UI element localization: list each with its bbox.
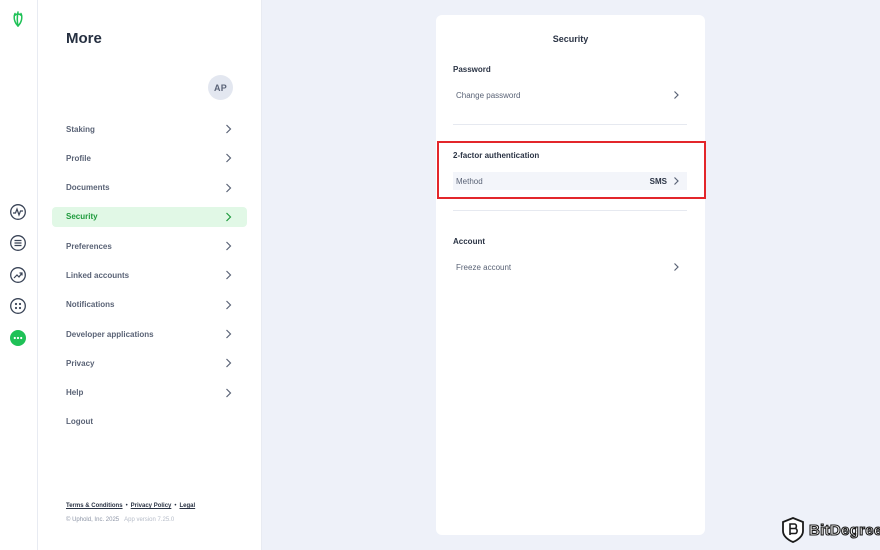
terms-link[interactable]: Terms & Conditions	[66, 503, 123, 509]
copyright: © Uphold, Inc. 2025 App version 7.25.0	[66, 517, 174, 523]
divider	[453, 210, 687, 211]
uphold-logo-icon[interactable]	[9, 10, 27, 28]
menu-item-staking[interactable]: Staking	[52, 119, 247, 139]
chevron-right-icon	[226, 300, 232, 310]
chevron-right-icon	[226, 388, 232, 398]
transactions-icon[interactable]	[9, 234, 27, 252]
freeze-account-label: Freeze account	[456, 262, 512, 272]
menu-item-help[interactable]: Help	[52, 383, 247, 403]
menu-item-linked-accounts[interactable]: Linked accounts	[52, 265, 247, 285]
apps-icon[interactable]	[9, 297, 27, 315]
menu-item-label: Privacy	[66, 358, 95, 368]
chevron-right-icon	[226, 153, 232, 163]
change-password-label: Change password	[456, 90, 521, 100]
legal-link[interactable]: Legal	[179, 503, 195, 509]
menu-item-label: Notifications	[66, 300, 115, 310]
security-card: Security Password Change password 2-fact…	[436, 15, 705, 535]
privacy-policy-link[interactable]: Privacy Policy	[131, 503, 172, 509]
menu-item-security[interactable]: Security	[52, 206, 247, 227]
copyright-text: © Uphold, Inc. 2025	[66, 517, 120, 523]
page-title: More	[66, 30, 102, 47]
more-menu-panel: More AP Staking Profile Documents Security P…	[38, 0, 262, 550]
menu-item-label: Profile	[66, 153, 91, 163]
password-heading: Password	[453, 65, 491, 74]
bitdegree-logo-icon	[782, 517, 804, 543]
chevron-right-icon	[226, 124, 232, 134]
separator-dot: •	[125, 503, 128, 509]
bitdegree-watermark: BitDegree	[782, 517, 880, 543]
icon-rail	[0, 0, 38, 550]
chevron-right-icon	[226, 329, 232, 339]
chevron-right-icon	[674, 91, 679, 99]
chevron-right-icon	[226, 241, 232, 251]
account-heading: Account	[453, 237, 485, 246]
chevron-right-icon	[226, 212, 232, 222]
menu-item-logout[interactable]: Logout	[52, 412, 247, 432]
menu-item-label: Staking	[66, 124, 95, 134]
menu-list: Staking Profile Documents Security Preferenc…	[52, 119, 247, 441]
change-password-row[interactable]: Change password	[453, 86, 687, 104]
legal-links: Terms & Conditions • Privacy Policy • Legal	[66, 503, 195, 509]
highlight-box	[437, 141, 706, 199]
chevron-right-icon	[674, 263, 679, 271]
app-version: App version 7.25.0	[124, 517, 175, 523]
menu-item-label: Documents	[66, 183, 110, 193]
avatar[interactable]: AP	[208, 75, 233, 100]
freeze-account-row[interactable]: Freeze account	[453, 258, 687, 276]
separator-dot: •	[174, 503, 177, 509]
menu-item-label: Security	[66, 212, 98, 222]
chevron-right-icon	[226, 358, 232, 368]
menu-item-label: Help	[66, 388, 84, 398]
activity-icon[interactable]	[9, 203, 27, 221]
menu-item-preferences[interactable]: Preferences	[52, 236, 247, 256]
chevron-right-icon	[226, 271, 232, 280]
menu-item-developer-applications[interactable]: Developer applications	[52, 324, 247, 344]
menu-item-label: Logout	[66, 417, 94, 427]
menu-item-notifications[interactable]: Notifications	[52, 295, 247, 315]
security-title: Security	[552, 34, 589, 44]
chevron-right-icon	[226, 183, 232, 193]
divider	[453, 124, 687, 125]
menu-item-label: Developer applications	[66, 329, 154, 339]
watermark-text: BitDegree	[808, 521, 880, 539]
menu-item-privacy[interactable]: Privacy	[52, 353, 247, 373]
menu-item-profile[interactable]: Profile	[52, 148, 247, 168]
more-icon[interactable]	[9, 329, 27, 347]
trade-icon[interactable]	[9, 266, 27, 284]
menu-item-label: Linked accounts	[66, 270, 130, 280]
menu-item-label: Preferences	[66, 241, 112, 251]
menu-item-documents[interactable]: Documents	[52, 178, 247, 198]
